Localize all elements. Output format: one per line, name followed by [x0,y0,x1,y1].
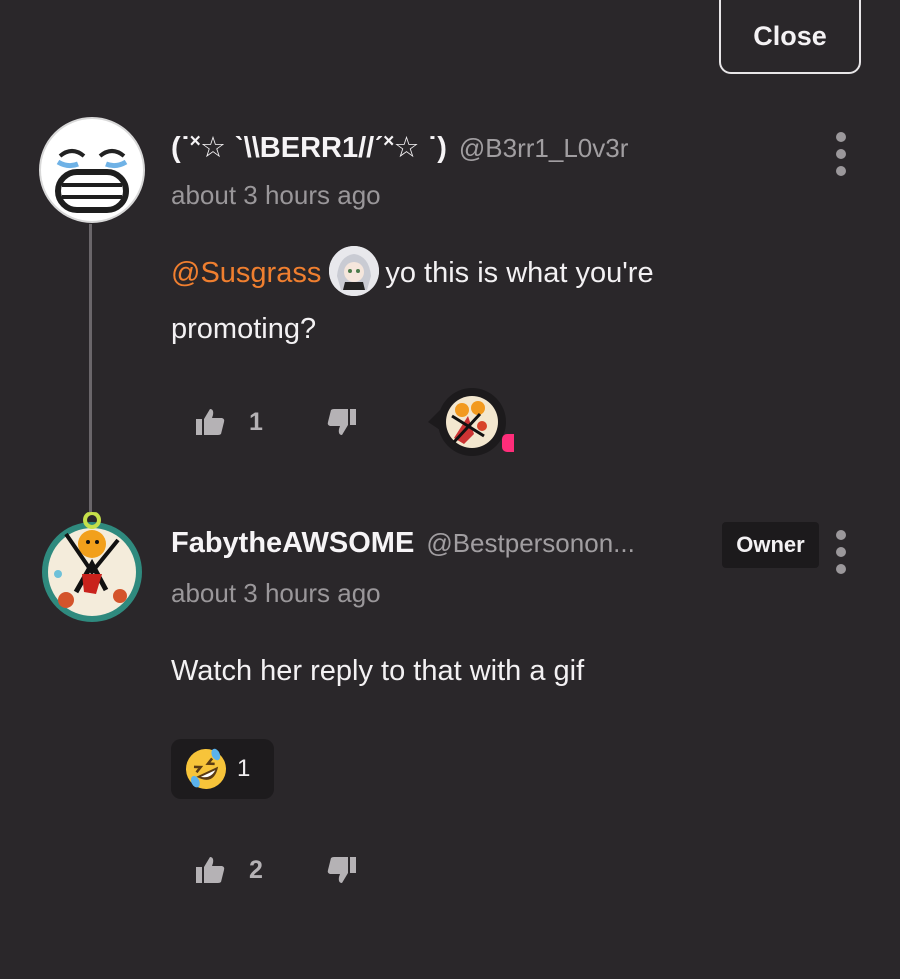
mentioned-user-avatar[interactable] [329,246,380,297]
avatar[interactable] [38,116,146,224]
avatar[interactable] [36,512,148,624]
display-name[interactable]: (˙˟☆ ˋ\\BERR1//ˊ˟☆ ˙) [171,130,447,165]
more-options-icon[interactable] [831,132,851,176]
comment-thread-page: Close (˙˟☆ ˋ\\BERR1//ˊ˟☆ ˙) @B3rr1_L0v3r… [0,0,900,979]
vote-row: 2 [195,855,357,885]
thread-connector-line [89,222,92,512]
orange-character-avatar-icon [42,512,142,622]
user-handle[interactable]: @B3rr1_L0v3r [459,133,628,164]
comment-body: Watch her reply to that with a gif [171,644,584,698]
vote-row: 1 [195,407,357,437]
upvote-count: 2 [249,855,263,884]
owner-badge: Owner [722,522,819,568]
reaction-count: 1 [237,755,251,782]
reply-preview-avatar[interactable] [424,386,522,458]
mention-link[interactable]: @Susgrass [171,257,321,289]
rolling-on-floor-laughing-icon [186,748,226,789]
thumbs-up-icon[interactable] [195,407,225,437]
user-handle[interactable]: @Bestpersonon... [426,528,635,559]
comment-text: yo this is what you're [385,257,654,289]
comment-body: @Susgrass yo this is what you're promotin… [171,246,654,356]
anime-avatar-icon [329,246,380,297]
upvote-count: 1 [249,407,263,436]
more-options-icon[interactable] [831,530,851,574]
comment-header: (˙˟☆ ˋ\\BERR1//ˊ˟☆ ˙) @B3rr1_L0v3r [171,130,628,165]
comment-text: Watch her reply to that with a gif [171,655,585,687]
thumbs-up-icon[interactable] [195,855,225,885]
reaction-chip[interactable]: 1 [171,739,274,799]
comment-text-line2: promoting? [171,313,317,346]
comment-header: FabytheAWSOME @Bestpersonon... [171,527,635,560]
close-button[interactable]: Close [719,0,861,74]
timestamp: about 3 hours ago [171,578,381,608]
reply-bubble-icon [428,388,522,456]
thumbs-down-icon[interactable] [327,855,357,885]
thumbs-down-icon[interactable] [327,407,357,437]
timestamp: about 3 hours ago [171,180,381,210]
display-name[interactable]: FabytheAWSOME [171,527,414,560]
crying-face-avatar-icon [39,117,145,223]
